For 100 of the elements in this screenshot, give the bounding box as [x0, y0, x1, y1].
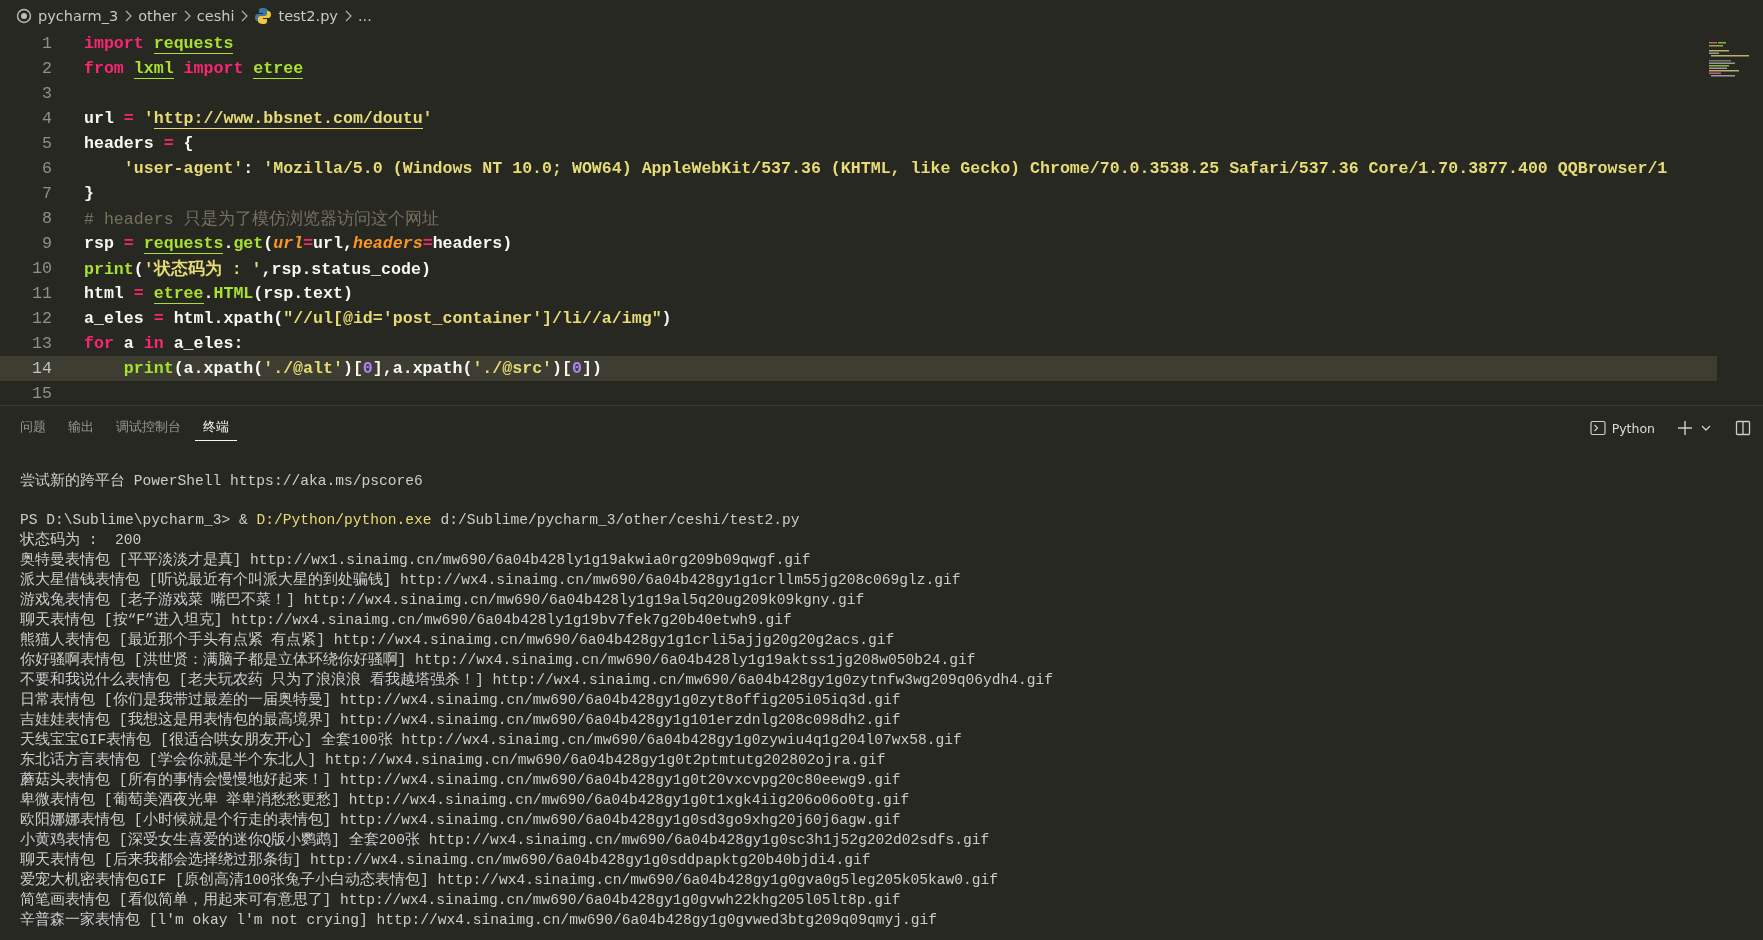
- chevron-down-icon[interactable]: [1701, 424, 1711, 432]
- terminal-line: 状态码为 : 200: [20, 530, 143, 550]
- terminal-line: 游戏兔表情包 [老子游戏菜 嘴巴不菜！] http://wx4.sinaimg.cn/mw690/6a04b428ly1g19al5q20ug209k09kgny.gif: [20, 590, 866, 610]
- python-icon: [254, 6, 273, 25]
- code-text: html: [84, 284, 125, 303]
- code-text: a_eles:: [173, 334, 244, 353]
- breadcrumb-item[interactable]: pycharm_3: [38, 7, 119, 24]
- code-operator: =: [123, 109, 135, 128]
- line-number: 10: [31, 259, 52, 278]
- split-icon[interactable]: [1735, 420, 1751, 436]
- terminal-line: 尝试新的跨平台 PowerShell https://aka.ms/pscore6: [20, 471, 424, 491]
- breadcrumb-item[interactable]: ...: [357, 7, 372, 24]
- code-string: ': [143, 109, 154, 128]
- terminal-line: 奥特曼表情包 [平平淡淡才是真] http://wx1.sinaimg.cn/mw690/6a04b428ly1g19akwia0rg209b09qwgf.gif: [20, 550, 812, 570]
- code-parameter: url: [273, 234, 304, 253]
- breadcrumb-item[interactable]: other: [138, 7, 177, 24]
- code-text: a_eles: [84, 309, 145, 328]
- code-text: ,rsp.status_code): [261, 259, 431, 279]
- code-keyword: in: [143, 334, 165, 353]
- line-number: 5: [41, 134, 52, 153]
- line-number: 8: [41, 209, 52, 228]
- code-text: )[: [342, 359, 363, 378]
- code-parameter: headers: [352, 234, 423, 253]
- code-text: .: [203, 284, 214, 303]
- terminal-line: 熊猫人表情包 [最近那个手头有点紧 有点紧] http://wx4.sinaimg.cn/mw690/6a04b428gy1g1crli5ajjg20g20g2acs.gif: [20, 630, 896, 650]
- terminal-prompt: PS D:\Sublime\pycharm_3> &: [20, 512, 249, 528]
- terminal-line: 聊天表情包 [后来我都会选择绕过那条街] http://wx4.sinaimg.cn/mw690/6a04b428gy1g0sddpapktg20b40bjdi4.gif: [20, 850, 872, 870]
- terminal-selector[interactable]: Python: [1585, 418, 1659, 438]
- terminal-line: 日常表情包 [你们是我带过最差的一届奥特曼] http://wx4.sinaimg.cn/mw690/6a04b428gy1g0zyt8offig205i05iq3d.gif: [20, 690, 902, 710]
- terminal-command: D:/Python/python.exe: [256, 512, 432, 528]
- line-number: 9: [41, 234, 52, 253]
- code-text: url: [84, 109, 115, 128]
- code-string: ': [422, 109, 433, 128]
- code-text: )[: [552, 359, 572, 378]
- terminal-line: 吉娃娃表情包 [我想这是用表情包的最高境界] http://wx4.sinaimg.cn/mw690/6a04b428gy1g101erzdnlg208c098dh2.gif: [20, 710, 902, 730]
- code-text: url,: [313, 234, 353, 253]
- chevron-right-icon: [182, 9, 191, 22]
- code-string: '状态码为 : ': [143, 259, 262, 279]
- code-module: etree: [253, 59, 304, 79]
- terminal-line: 天线宝宝GIF表情包 [很适合哄女朋友开心] 全套100张 http://wx4.sinaimg.cn/mw690/6a04b428gy1g0zywiu4q1g204l07wx58.gif: [20, 730, 963, 750]
- code-text: rsp: [84, 234, 115, 253]
- code-operator: =: [123, 234, 135, 253]
- terminal-line: 蘑菇头表情包 [所有的事情会慢慢地好起来！] http://wx4.sinaimg.cn/mw690/6a04b428gy1g0t20vxcvpg20c80eewg9.gif: [20, 770, 902, 790]
- chevron-right-icon: [240, 9, 249, 22]
- terminal-line: 爱宠大机密表情包GIF [原创高清100张兔子小白动态表情包] http://wx4.sinaimg.cn/mw690/6a04b428gy1g0gva0g5leg205k05kaw0.gif: [20, 870, 1000, 890]
- code-operator: =: [422, 234, 433, 253]
- code-module: etree: [153, 284, 204, 304]
- terminal-line: 小黄鸡表情包 [深受女生喜爱的迷你Q版小鹦鹉] 全套200张 http://wx4.sinaimg.cn/mw690/6a04b428gy1g0sc3h1j52g202d02sdfs.gif: [20, 830, 991, 850]
- code-keyword: import: [84, 34, 145, 53]
- code-operator: =: [163, 134, 175, 153]
- terminal-line: 不要和我说什么表情包 [老夫玩农药 只为了浪浪浪 看我越塔强杀！] http://wx4.sinaimg.cn/mw690/6a04b428gy1g0zytnfw3wg209q06ydh4.gif: [20, 670, 1055, 690]
- line-number: 1: [41, 34, 52, 53]
- record-icon: [16, 7, 32, 24]
- code-number: 0: [362, 359, 373, 378]
- breadcrumb-item[interactable]: test2.py: [278, 7, 338, 24]
- line-number: 14: [31, 359, 52, 378]
- terminal-line: 聊天表情包 [按“F”进入坦克] http://wx4.sinaimg.cn/mw690/6a04b428ly1g19bv7fek7g20b40etwh9.gif: [20, 610, 793, 630]
- code-operator: =: [153, 309, 165, 328]
- code-function: print: [122, 359, 174, 378]
- code-function: HTML: [213, 284, 254, 303]
- line-number: 4: [41, 109, 52, 128]
- breadcrumb-item[interactable]: ceshi: [196, 7, 235, 24]
- code-module: requests: [153, 34, 234, 54]
- line-number: 7: [41, 184, 52, 203]
- code-text: }: [84, 184, 94, 203]
- line-number: 11: [31, 284, 52, 303]
- plus-icon[interactable]: [1677, 420, 1693, 436]
- panel-tab[interactable]: 调试控制台: [108, 415, 189, 441]
- code-text: {: [183, 134, 194, 153]
- panel-tab[interactable]: 终端: [195, 415, 237, 441]
- code-function: get: [233, 234, 264, 253]
- code-text: (: [263, 234, 274, 253]
- line-number: 2: [41, 59, 52, 78]
- line-number: 6: [41, 159, 52, 178]
- code-text: (a.xpath(: [173, 359, 264, 378]
- terminal-line: 简笔画表情包 [看似简单，用起来可有意思了] http://wx4.sinaimg.cn/mw690/6a04b428gy1g0gvwh22khg205l05lt8p.gif: [20, 890, 902, 910]
- panel-tab[interactable]: 问题: [12, 415, 54, 441]
- code-text: headers: [84, 134, 155, 153]
- code-operator: =: [303, 234, 314, 253]
- terminal-line: 派大星借钱表情包 [听说最近有个叫派大星的到处骗钱] http://wx4.sinaimg.cn/mw690/6a04b428gy1g1crllm55jg208c069glz.gif: [20, 570, 962, 590]
- code-keyword: for: [84, 334, 115, 353]
- code-string: './@alt': [263, 359, 343, 378]
- terminal-line: 东北话方言表情包 [学会你就是半个东北人] http://wx4.sinaimg.cn/mw690/6a04b428gy1g0t2ptmtutg202802ojra.gif: [20, 750, 887, 770]
- code-string: './@src': [472, 359, 553, 378]
- code-number: 0: [572, 359, 582, 378]
- terminal-line: 辛普森一家表情包 [l'm okay l'm not crying] http://wx4.sinaimg.cn/mw690/6a04b428gy1g0gvwed3btg209q09qmyj.gif: [20, 910, 938, 930]
- panel-tab[interactable]: 输出: [60, 415, 102, 441]
- chevron-right-icon: [343, 9, 352, 22]
- code-text: a: [123, 334, 135, 353]
- code-text: ]): [581, 359, 602, 378]
- line-number: 3: [41, 84, 52, 103]
- code-keyword: from: [84, 59, 125, 78]
- code-text: html.xpath(: [173, 309, 284, 328]
- code-text: ],a.xpath(: [372, 359, 473, 378]
- code-string: 'Mozilla/5.0 (Windows NT 10.0; WOW64) AppleWebKit/537.36 (KHTML, like Gecko) Chrome/70.0.3538.25 Safari/537.36 Core/1.70.3877.400 QQBrowser/1: [263, 159, 1668, 178]
- code-text: headers): [432, 234, 513, 253]
- code-string: 'user-agent': [122, 159, 244, 178]
- terminal-arguments: d:/Sublime/pycharm_3/other/ceshi/test2.py: [439, 512, 800, 528]
- terminal-line: 卑微表情包 [葡萄美酒夜光卑 举卑消愁愁更愁] http://wx4.sinaimg.cn/mw690/6a04b428gy1g0t1xgk4iig206o06o0tg.gif: [20, 790, 911, 810]
- code-keyword: import: [182, 59, 245, 78]
